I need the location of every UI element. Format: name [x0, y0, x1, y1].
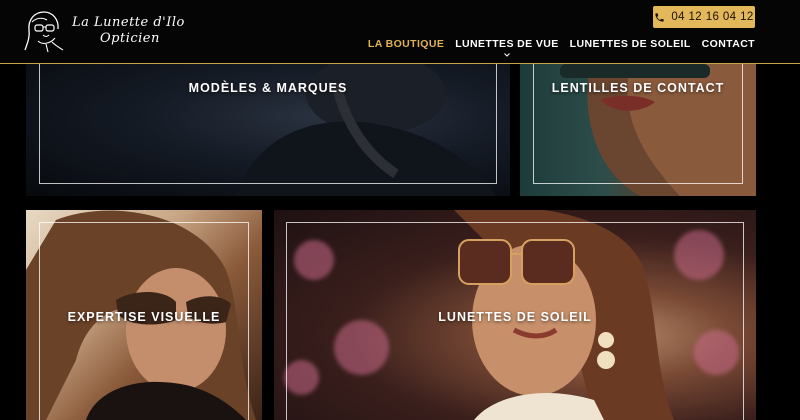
nav-lunettes-de-vue[interactable]: LUNETTES DE VUE [455, 38, 559, 57]
phone-number: 04 12 16 04 12 [671, 11, 754, 23]
tile-label-modeles-marques: MODÈLES & MARQUES [188, 81, 348, 95]
tile-expertise-visuelle[interactable]: EXPERTISE VISUELLE [26, 210, 262, 420]
nav-contact[interactable]: CONTACT [702, 38, 755, 50]
brand-logo[interactable]: La Lunette d'Ilo Opticien [22, 8, 212, 54]
woman-with-glasses-logo-icon [24, 11, 64, 53]
tile-label-lentilles-de-contact: LENTILLES DE CONTACT [551, 81, 725, 95]
phone-icon [655, 12, 664, 22]
nav-la-boutique[interactable]: LA BOUTIQUE [368, 38, 444, 50]
brand-name-line1: La Lunette d'Ilo [72, 15, 185, 30]
main-nav: LA BOUTIQUE LUNETTES DE VUE LUNETTES DE … [368, 38, 755, 57]
nav-lunettes-de-soleil[interactable]: LUNETTES DE SOLEIL [570, 38, 691, 50]
brand-name-line2: Opticien [100, 31, 160, 46]
site-header: La Lunette d'Ilo Opticien 04 12 16 04 12… [0, 0, 800, 64]
brand-name: La Lunette d'Ilo Opticien [72, 15, 185, 47]
nav-lunettes-de-vue-label: LUNETTES DE VUE [455, 38, 559, 50]
tile-lentilles-de-contact[interactable]: LENTILLES DE CONTACT [520, 64, 756, 196]
tile-label-expertise-visuelle: EXPERTISE VISUELLE [67, 310, 221, 324]
chevron-down-icon [504, 53, 510, 57]
phone-call-button[interactable]: 04 12 16 04 12 [653, 6, 755, 28]
tile-modeles-marques[interactable]: MODÈLES & MARQUES [26, 64, 510, 196]
tile-lunettes-de-soleil[interactable]: LUNETTES DE SOLEIL [274, 210, 756, 420]
tile-label-lunettes-de-soleil: LUNETTES DE SOLEIL [438, 310, 592, 324]
